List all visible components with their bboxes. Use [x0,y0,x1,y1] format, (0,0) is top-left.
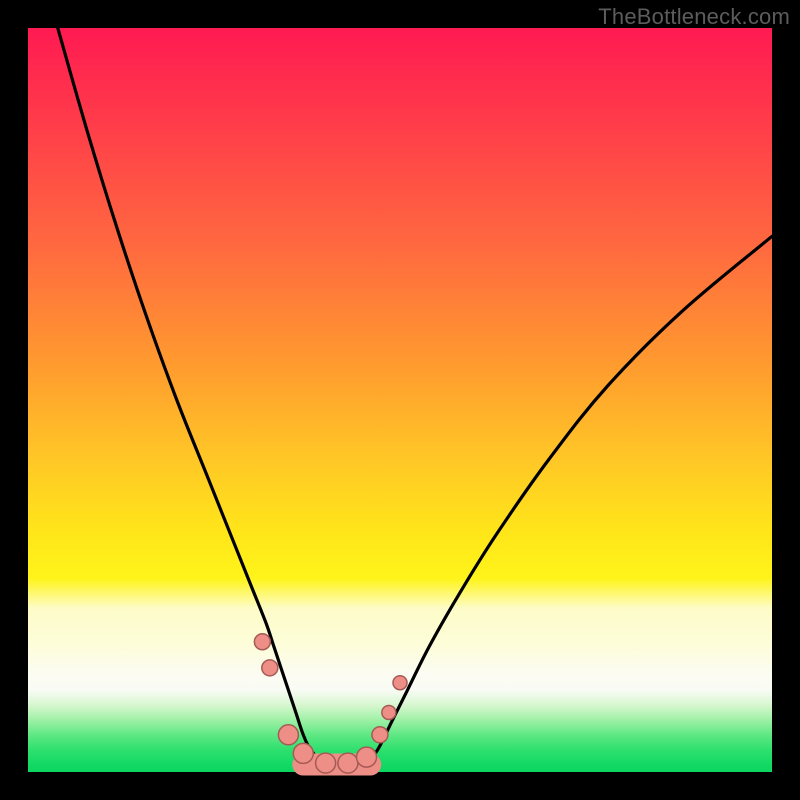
data-marker [254,634,270,650]
data-marker [338,753,358,773]
data-marker [382,705,396,719]
data-marker [278,725,298,745]
data-marker [357,747,377,767]
chart-root: TheBottleneck.com [0,0,800,800]
chart-svg [28,28,772,772]
data-marker [262,660,278,676]
watermark-text: TheBottleneck.com [598,4,790,30]
plot-area [28,28,772,772]
curve-right-curve [363,236,772,768]
data-marker [316,753,336,773]
data-marker [372,727,388,743]
data-marker [393,676,407,690]
data-marker [293,743,313,763]
curve-left-curve [58,28,326,768]
